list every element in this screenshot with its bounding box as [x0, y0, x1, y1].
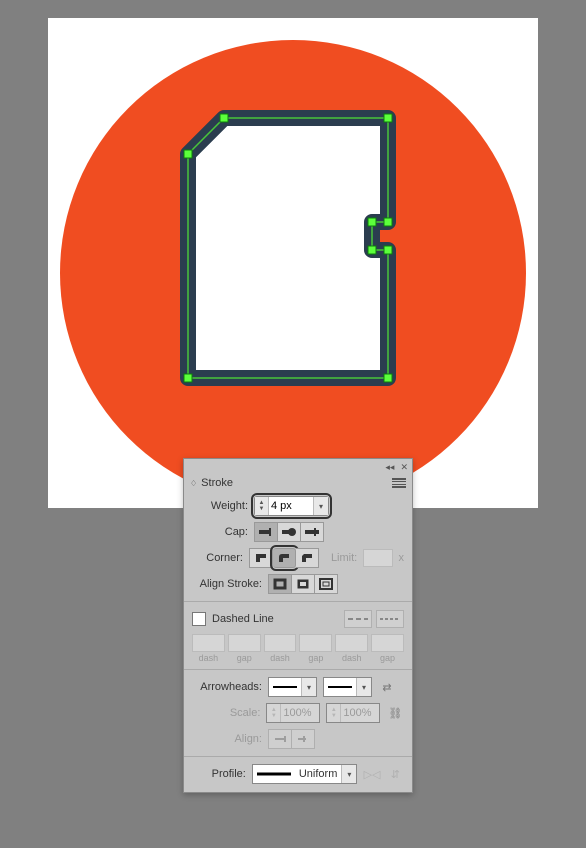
swap-arrowheads-icon[interactable]: ⇄ [378, 678, 396, 696]
profile-select[interactable]: Uniform ▾ [252, 764, 358, 784]
limit-label: Limit: [331, 552, 357, 564]
corner-label: Corner: [192, 552, 243, 564]
stroke-panel: ◂◂ ✕ ♢ Stroke Weight: ▲▼ ▾ Cap: [183, 458, 413, 793]
sd-card-path[interactable] [188, 118, 388, 378]
arrow-start-select[interactable]: ▾ [268, 677, 317, 697]
anchor-point[interactable] [184, 150, 192, 158]
anchor-point[interactable] [384, 218, 392, 226]
link-scale-icon: ⛓ [386, 704, 404, 722]
anchor-point[interactable] [368, 246, 376, 254]
dash-input-3 [335, 634, 368, 652]
panel-disclosure-icon[interactable]: ♢ [190, 479, 197, 488]
panel-title: Stroke [201, 477, 233, 489]
anchor-point[interactable] [384, 114, 392, 122]
weight-input[interactable]: ▲▼ ▾ [254, 496, 329, 516]
corner-bevel-button[interactable] [296, 548, 319, 568]
gap-input-3 [371, 634, 404, 652]
gap-input-2 [299, 634, 332, 652]
flip-along-icon: ▷◁ [363, 765, 380, 783]
dash-preserve-exact-button[interactable] [344, 610, 372, 628]
dash-input-2 [264, 634, 297, 652]
chevron-down-icon[interactable]: ▾ [301, 678, 316, 696]
corner-round-button[interactable] [273, 548, 296, 568]
cap-projecting-button[interactable] [301, 522, 324, 542]
align-inside-button[interactable] [292, 574, 315, 594]
profile-value: Uniform [295, 768, 342, 780]
anchor-point[interactable] [220, 114, 228, 122]
cap-butt-button[interactable] [254, 522, 278, 542]
stepper-arrows-icon[interactable]: ▲▼ [255, 497, 269, 515]
align-center-button[interactable] [268, 574, 292, 594]
arrow-align-extend-button [268, 729, 292, 749]
chevron-down-icon[interactable]: ▾ [313, 497, 328, 515]
arrow-align-label: Align: [192, 733, 262, 745]
anchor-point[interactable] [184, 374, 192, 382]
close-icon[interactable]: ✕ [400, 462, 408, 473]
arrow-scale-end: ▲▼ [326, 703, 380, 723]
chevron-down-icon[interactable]: ▾ [341, 765, 356, 783]
arrow-end-select[interactable]: ▾ [323, 677, 372, 697]
dashed-line-checkbox[interactable] [192, 612, 206, 626]
weight-field[interactable] [269, 498, 313, 514]
artboard[interactable] [48, 18, 538, 508]
arrowheads-label: Arrowheads: [192, 681, 262, 693]
flip-across-icon: ⇵ [387, 765, 404, 783]
collapse-icon[interactable]: ◂◂ [385, 462, 394, 473]
limit-unit: x [399, 552, 405, 564]
chevron-down-icon[interactable]: ▾ [356, 678, 371, 696]
profile-label: Profile: [192, 768, 246, 780]
weight-label: Weight: [192, 500, 248, 512]
align-stroke-label: Align Stroke: [192, 578, 262, 590]
dash-gap-inputs: dash gap dash gap dash gap [184, 632, 412, 665]
align-outside-button[interactable] [315, 574, 338, 594]
gap-input-1 [228, 634, 261, 652]
dash-align-corners-button[interactable] [376, 610, 404, 628]
arrow-align-end-button [292, 729, 315, 749]
dash-input-1 [192, 634, 225, 652]
corner-miter-button[interactable] [249, 548, 273, 568]
arrow-scale-start: ▲▼ [266, 703, 320, 723]
cap-round-button[interactable] [278, 522, 301, 542]
dashed-line-label: Dashed Line [212, 613, 274, 625]
panel-header: ◂◂ ✕ [184, 459, 412, 475]
anchor-point[interactable] [368, 218, 376, 226]
panel-menu-icon[interactable] [392, 478, 406, 488]
limit-input [363, 549, 392, 567]
sd-card-shape[interactable] [188, 118, 388, 378]
cap-label: Cap: [192, 526, 248, 538]
arrow-scale-label: Scale: [192, 707, 260, 719]
anchor-point[interactable] [384, 246, 392, 254]
anchor-point[interactable] [384, 374, 392, 382]
